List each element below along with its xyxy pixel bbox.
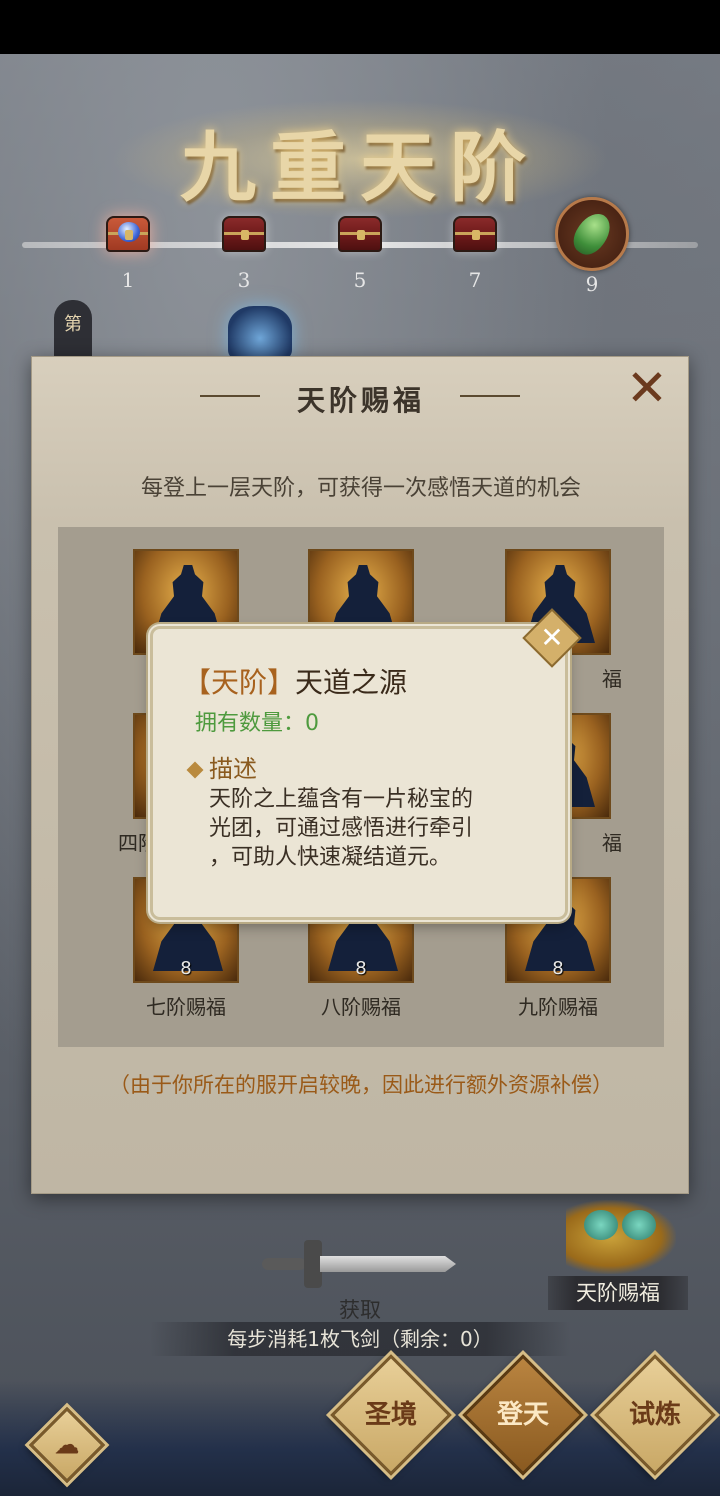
treasure-chest-icon [453,216,497,252]
get-label: 获取 [339,1298,381,1322]
title-ornament-right [460,395,520,397]
milestone-5[interactable]: 5 [320,204,400,292]
owned-count: 拥有数量：0 [195,711,319,736]
open-treasure-chest-icon [106,216,150,252]
milestone-1[interactable]: 1 [88,204,168,292]
cloud-swirl-icon: ☁ [55,1430,79,1459]
dialog-subtitle: 每登上一层天阶，可获得一次感悟天道的机会 [140,476,581,501]
diamond-bullet-icon [186,761,204,779]
description-heading: 描述 [186,749,257,784]
milestone-7[interactable]: 7 [435,204,515,292]
milestone-number: 7 [468,268,482,292]
item-name: 天道之源 [295,666,408,699]
treasure-chest-icon [338,216,382,252]
milestone-9[interactable]: 9 [552,197,632,296]
status-bar [0,0,720,54]
side-tab[interactable]: 第 [54,300,92,360]
spirit-gem-icon [228,306,292,360]
item-tooltip: ✕ 【天阶】天道之源 拥有数量：0 描述 天阶之上蕴含有一片秘宝的 光团，可通过… [150,608,582,920]
item-count: 8 [180,958,192,979]
gourd-icon [567,207,617,261]
item-count: 8 [552,958,564,979]
cost-info: 每步消耗1枚飞剑（剩余：0） [150,1322,570,1356]
milestone-number: 1 [121,268,135,292]
compensation-note: （由于你所在的服开启较晚，因此进行额外资源补偿） [109,1073,613,1097]
item-count: 8 [355,958,367,979]
tooltip-title: 【天阶】天道之源 [183,666,408,699]
milestone-3[interactable]: 3 [204,204,284,292]
item-description: 天阶之上蕴含有一片秘宝的 光团，可通过感悟进行牵引 ，可助人快速凝结道元。 [209,787,474,870]
treasure-chest-icon [222,216,266,252]
milestone-number: 9 [585,272,599,296]
reward-bundle-icon[interactable] [566,1200,676,1274]
item-label: 七阶赐福 [146,995,226,1019]
reward-label[interactable]: 天阶赐福 [548,1276,688,1310]
flying-sword-icon [258,1236,458,1292]
item-category: 天阶 [211,666,268,699]
close-icon[interactable]: ✕ [624,363,670,413]
milestone-number: 3 [237,268,251,292]
milestone-number: 5 [353,268,367,292]
item-label: 八阶赐福 [321,995,401,1019]
item-label: 九阶赐福 [518,995,598,1019]
dialog-title: 天阶赐福 [296,384,425,417]
get-sword-button[interactable]: 获取 [258,1236,462,1324]
